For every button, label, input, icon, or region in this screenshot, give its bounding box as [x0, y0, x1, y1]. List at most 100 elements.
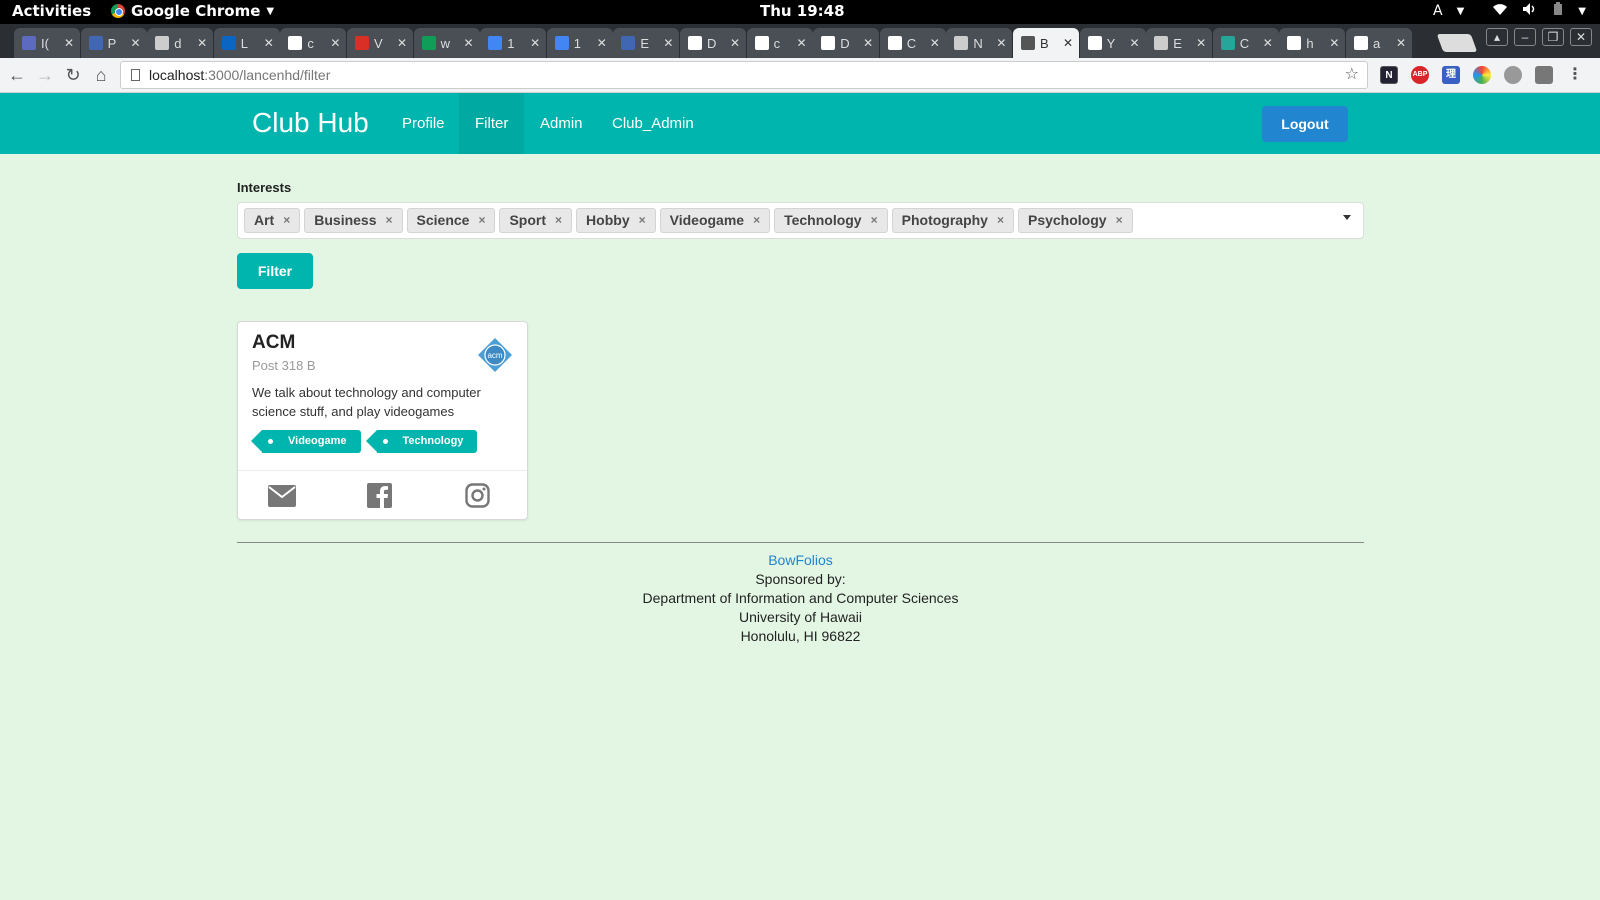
home-icon[interactable]: ⌂ — [90, 64, 112, 86]
close-window-button[interactable]: ✕ — [1570, 28, 1592, 46]
remove-chip-icon[interactable]: × — [283, 209, 290, 232]
forward-icon[interactable]: → — [34, 64, 56, 86]
translate-extension-icon[interactable]: 理 — [1442, 66, 1460, 84]
palette-icon[interactable] — [1504, 66, 1522, 84]
browser-tab[interactable]: I(✕ — [14, 28, 80, 58]
battery-icon — [1552, 2, 1564, 20]
extension-icon[interactable] — [1535, 66, 1553, 84]
nav-club-admin[interactable]: Club_Admin — [596, 93, 710, 154]
browser-tab[interactable]: Y ✕ — [1079, 28, 1146, 58]
tab-close-icon[interactable]: ✕ — [264, 36, 274, 50]
nav-filter[interactable]: Filter — [459, 93, 525, 154]
browser-tab[interactable]: E ✕ — [1146, 28, 1213, 58]
browser-tab[interactable]: w ✕ — [413, 28, 480, 58]
browser-tab[interactable]: h ✕ — [1279, 28, 1346, 58]
system-tray[interactable]: A ▼ ▼ — [1433, 2, 1586, 20]
browser-tab[interactable]: N ✕ — [946, 28, 1013, 58]
browser-tab[interactable]: c ✕ — [280, 28, 347, 58]
app-menu[interactable]: Google Chrome ▼ — [111, 2, 274, 20]
tab-close-icon[interactable]: ✕ — [1063, 36, 1073, 50]
browser-tab[interactable]: D ✕ — [813, 28, 880, 58]
address-bar[interactable]: localhost:3000/lancenhd/filter ☆ — [120, 61, 1368, 89]
browser-tab[interactable]: V ✕ — [347, 28, 413, 58]
brand-logo[interactable]: Club Hub — [252, 107, 369, 139]
browser-tab[interactable]: C ✕ — [1212, 28, 1279, 58]
browser-tab[interactable]: 1 ✕ — [480, 28, 547, 58]
tab-title: V — [374, 35, 383, 51]
activities-button[interactable]: Activities — [12, 2, 91, 20]
tab-close-icon[interactable]: ✕ — [863, 36, 873, 50]
n-extension-icon[interactable]: N — [1380, 66, 1398, 84]
new-tab-button[interactable] — [1436, 34, 1478, 52]
minimize-button[interactable]: – — [1514, 28, 1536, 46]
browser-tab[interactable]: c ✕ — [746, 28, 813, 58]
browser-tab[interactable]: a ✕ — [1346, 28, 1412, 58]
menu-kebab-icon[interactable]: ⋮ — [1566, 66, 1584, 84]
tab-close-icon[interactable]: ✕ — [1263, 36, 1273, 50]
tab-close-icon[interactable]: ✕ — [64, 36, 74, 50]
footer-link[interactable]: BowFolios — [237, 551, 1364, 570]
interests-multiselect[interactable]: Art × Business × Science × Sport × Hobby × Videoga… — [237, 202, 1364, 239]
remove-chip-icon[interactable]: × — [639, 209, 646, 232]
reload-icon[interactable]: ↻ — [62, 64, 84, 86]
tab-close-icon[interactable]: ✕ — [597, 36, 607, 50]
footer-divider — [237, 542, 1364, 543]
browser-tab[interactable]: C ✕ — [879, 28, 946, 58]
remove-chip-icon[interactable]: × — [478, 209, 485, 232]
tab-close-icon[interactable]: ✕ — [1396, 36, 1406, 50]
remove-chip-icon[interactable]: × — [997, 209, 1004, 232]
tab-close-icon[interactable]: ✕ — [1329, 36, 1339, 50]
tab-close-icon[interactable]: ✕ — [197, 36, 207, 50]
back-icon[interactable]: ← — [6, 64, 28, 86]
tab-close-icon[interactable]: ✕ — [663, 36, 673, 50]
interest-chip-label: Photography — [901, 212, 988, 228]
email-icon[interactable] — [268, 483, 296, 509]
nav-admin[interactable]: Admin — [524, 93, 599, 154]
filter-button[interactable]: Filter — [237, 253, 313, 289]
browser-tab[interactable]: E ✕ — [613, 28, 680, 58]
page-icon — [1021, 36, 1035, 50]
restore-button[interactable]: ❐ — [1542, 28, 1564, 46]
tab-close-icon[interactable]: ✕ — [797, 36, 807, 50]
bookmark-star-icon[interactable]: ☆ — [1345, 62, 1359, 88]
page-info-icon[interactable] — [131, 69, 140, 81]
color-picker-icon[interactable] — [1473, 66, 1491, 84]
profile-icon[interactable]: ▴ — [1486, 28, 1508, 46]
browser-tab[interactable]: d ✕ — [147, 28, 214, 58]
app-name: Google Chrome — [131, 2, 261, 20]
browser-tab[interactable]: 1 ✕ — [546, 28, 613, 58]
clock[interactable]: Thu 19:48 — [760, 2, 845, 20]
tab-close-icon[interactable]: ✕ — [996, 36, 1006, 50]
facebook-icon[interactable] — [367, 483, 395, 509]
tab-close-icon[interactable]: ✕ — [730, 36, 740, 50]
logout-button[interactable]: Logout — [1262, 106, 1348, 142]
tab-close-icon[interactable]: ✕ — [530, 36, 540, 50]
instagram-icon[interactable] — [465, 483, 493, 509]
remove-chip-icon[interactable]: × — [753, 209, 760, 232]
tab-close-icon[interactable]: ✕ — [131, 36, 141, 50]
browser-tab[interactable]: B ✕ — [1013, 28, 1079, 58]
adblock-icon[interactable]: ABP — [1411, 66, 1429, 84]
nav-profile[interactable]: Profile — [386, 93, 461, 154]
input-indicator[interactable]: A — [1433, 3, 1443, 19]
tab-close-icon[interactable]: ✕ — [1196, 36, 1206, 50]
remove-chip-icon[interactable]: × — [1116, 209, 1123, 232]
tab-close-icon[interactable]: ✕ — [930, 36, 940, 50]
interest-chip: Sport × — [499, 208, 573, 233]
volume-icon — [1522, 2, 1538, 20]
tab-close-icon[interactable]: ✕ — [464, 36, 474, 50]
remove-chip-icon[interactable]: × — [871, 209, 878, 232]
dropdown-caret-icon[interactable] — [1343, 215, 1351, 220]
interest-chip: Business × — [304, 208, 403, 233]
remove-chip-icon[interactable]: × — [386, 209, 393, 232]
tab-close-icon[interactable]: ✕ — [397, 36, 407, 50]
docs-icon — [554, 36, 569, 50]
tab-close-icon[interactable]: ✕ — [330, 36, 340, 50]
browser-tab[interactable]: P ✕ — [80, 28, 147, 58]
remove-chip-icon[interactable]: × — [555, 209, 562, 232]
tab-close-icon[interactable]: ✕ — [1130, 36, 1140, 50]
browser-tab[interactable]: D ✕ — [680, 28, 746, 58]
tab-title: h — [1306, 35, 1314, 51]
browser-tab[interactable]: L ✕ — [213, 28, 280, 58]
browser-tab-strip: I(✕ P ✕ d ✕ L ✕ c ✕ V ✕ w ✕ 1 ✕ 1 ✕ E ✕ D ✕ c ✕ D ✕ C ✕ N ✕ B ✕ Y ✕ E ✕ C ✕ h… — [0, 24, 1600, 58]
